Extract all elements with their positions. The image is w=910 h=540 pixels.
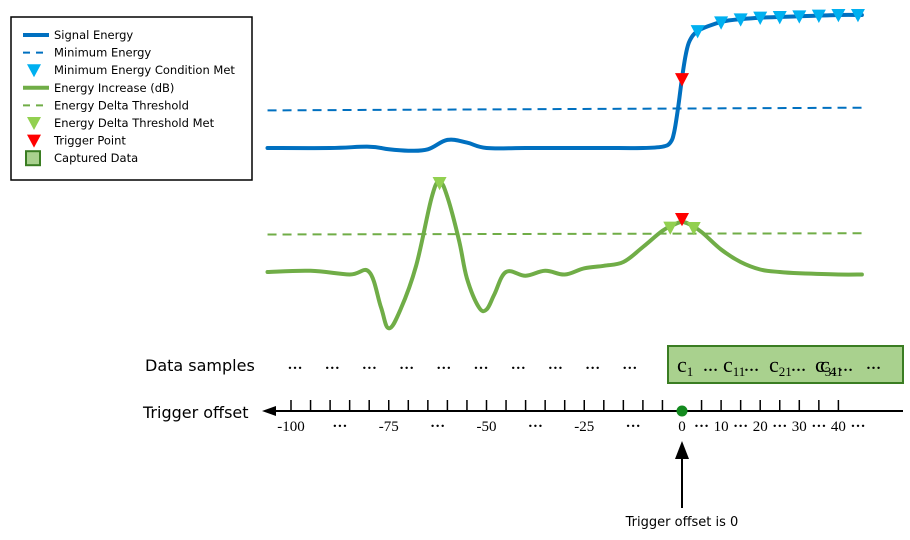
axis-tick-label: 40 — [831, 419, 846, 435]
captured-ellipsis: … — [703, 359, 718, 375]
legend-label: Signal Energy — [54, 28, 133, 42]
captured-ellipsis: … — [791, 359, 806, 375]
markers — [432, 9, 865, 236]
axis-ellipsis: … — [694, 415, 709, 431]
legend-label: Minimum Energy Condition Met — [54, 63, 235, 77]
legend-label: Captured Data — [54, 151, 138, 165]
legend-item: Energy Delta Threshold Met — [27, 116, 215, 130]
axis-tick-label: 20 — [753, 419, 768, 435]
energy-delta-threshold-line — [267, 232, 862, 236]
legend-label: Minimum Energy — [54, 46, 151, 60]
legend: Signal Energy Minimum Energy Minimum Energ… — [10, 16, 253, 181]
data-sample-placeholder: … — [548, 357, 563, 373]
data-sample-placeholder: … — [436, 357, 451, 373]
axis-ellipsis: … — [811, 415, 826, 431]
axis-ellipsis: … — [528, 415, 543, 431]
axis-tick-label: 30 — [792, 419, 807, 435]
axis-tick-label: 10 — [714, 419, 729, 435]
data-sample-placeholder: … — [288, 357, 303, 373]
trigger-offset-zero-dot — [676, 405, 688, 417]
captured-ellipsis-tail: … — [866, 357, 881, 373]
axis-tick-label: 0 — [678, 419, 686, 435]
axis-tick-label: -25 — [574, 419, 594, 435]
data-sample-placeholder: … — [585, 357, 600, 373]
trigger-point-marker-signal — [675, 73, 689, 87]
data-samples-label: Data samples — [145, 356, 255, 375]
axis-tick-label: -50 — [477, 419, 497, 435]
axis-ellipsis: … — [772, 415, 787, 431]
axis-ellipsis: … — [850, 415, 865, 431]
signal-energy-line — [265, 12, 864, 153]
data-sample-placeholder: … — [362, 357, 377, 373]
axis-ellipsis: … — [733, 415, 748, 431]
legend-label: Trigger Point — [53, 134, 126, 148]
legend-item: Minimum Energy Condition Met — [27, 63, 235, 78]
axis-ellipsis: … — [626, 415, 641, 431]
minimum-energy-line — [267, 106, 862, 112]
legend-label: Energy Delta Threshold — [54, 98, 189, 112]
data-sample-placeholder: … — [511, 357, 526, 373]
trigger-offset-label: Trigger offset — [142, 403, 249, 422]
axis-ticks — [290, 400, 840, 411]
axis-tick-labels: -100… -75… -50… -25… 0… 10… 20… 30… 40… — [277, 415, 865, 435]
data-sample-placeholders: … … … … … … … … … … — [288, 357, 638, 373]
trigger-note: Trigger offset is 0 — [625, 515, 739, 530]
trigger-diagram: Signal Energy Minimum Energy Minimum Energ… — [10, 9, 904, 530]
axis-ellipsis: … — [430, 415, 445, 431]
up-arrow-icon — [675, 441, 689, 459]
data-sample-placeholder: … — [474, 357, 489, 373]
axis-left-arrow-icon — [262, 406, 276, 416]
data-sample-placeholder: … — [622, 357, 637, 373]
axis-tick-label: -75 — [379, 419, 399, 435]
chart-area — [265, 9, 865, 331]
data-sample-placeholder: … — [325, 357, 340, 373]
data-sample-placeholder: … — [399, 357, 414, 373]
legend-label: Energy Delta Threshold Met — [54, 116, 215, 130]
energy-increase-line — [265, 179, 864, 331]
captured-ellipsis: … — [744, 359, 759, 375]
axis-tick-label: -100 — [277, 419, 305, 435]
legend-square-icon — [25, 150, 41, 167]
axis-ellipsis: … — [332, 415, 347, 431]
legend-label: Energy Increase (dB) — [54, 81, 174, 95]
